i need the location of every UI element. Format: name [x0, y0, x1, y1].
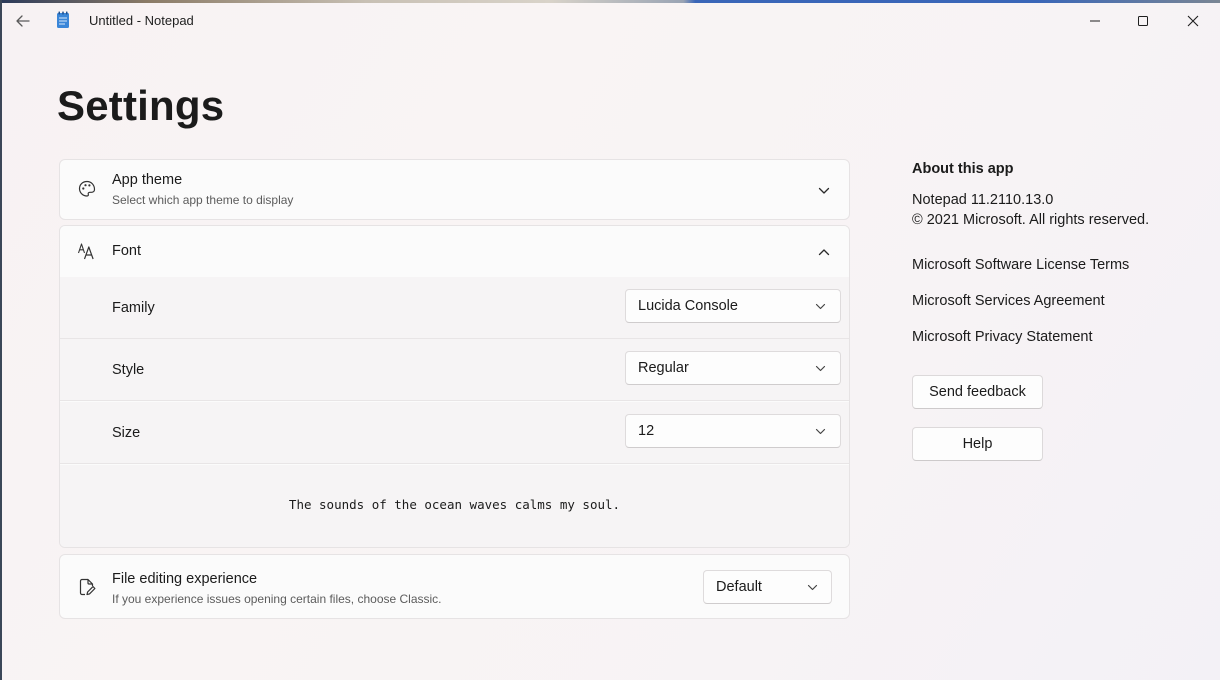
font-icon — [76, 240, 98, 262]
about-panel: About this app Notepad 11.2110.13.0 © 20… — [912, 161, 1202, 461]
copyright-text: © 2021 Microsoft. All rights reserved. — [912, 212, 1150, 228]
minimize-button[interactable] — [1072, 5, 1118, 37]
services-agreement-link[interactable]: Microsoft Services Agreement — [912, 293, 1202, 309]
chevron-down-icon — [813, 361, 827, 375]
app-theme-title: App theme — [112, 172, 183, 188]
font-style-row: Style Regular — [60, 339, 849, 401]
maximize-button[interactable] — [1120, 5, 1166, 37]
file-editing-value: Default — [716, 579, 762, 595]
file-editing-title: File editing experience — [112, 571, 258, 587]
app-theme-subtitle: Select which app theme to display — [112, 193, 294, 207]
help-button[interactable]: Help — [912, 427, 1043, 461]
file-edit-icon — [76, 576, 98, 598]
font-style-label: Style — [112, 362, 145, 378]
chevron-down-icon — [813, 424, 827, 438]
file-editing-card: File editing experience If you experienc… — [59, 554, 850, 619]
palette-icon — [76, 178, 98, 200]
font-size-value: 12 — [638, 423, 655, 439]
font-card: Font Family Lucida Console Style Regular — [59, 225, 850, 548]
chevron-down-icon[interactable] — [817, 184, 831, 198]
privacy-statement-link[interactable]: Microsoft Privacy Statement — [912, 329, 1202, 345]
close-icon — [1187, 15, 1199, 27]
close-button[interactable] — [1170, 5, 1216, 37]
font-size-label: Size — [112, 425, 141, 441]
license-terms-link[interactable]: Microsoft Software License Terms — [912, 257, 1202, 273]
window-left-edge — [0, 0, 2, 680]
font-card-header[interactable]: Font — [60, 226, 849, 278]
chevron-up-icon[interactable] — [817, 245, 831, 259]
file-editing-subtitle: If you experience issues opening certain… — [112, 592, 442, 606]
font-style-value: Regular — [638, 360, 689, 376]
maximize-icon — [1138, 16, 1148, 26]
font-preview: The sounds of the ocean waves calms my s… — [60, 465, 849, 547]
font-size-row: Size 12 — [60, 402, 849, 464]
title-bar[interactable]: Untitled - Notepad — [0, 3, 1220, 39]
font-family-value: Lucida Console — [638, 298, 738, 314]
font-style-dropdown[interactable]: Regular — [625, 351, 841, 385]
font-family-label: Family — [112, 300, 155, 316]
send-feedback-button[interactable]: Send feedback — [912, 375, 1043, 409]
minimize-icon — [1090, 20, 1100, 22]
file-editing-dropdown[interactable]: Default — [703, 570, 832, 604]
window-title: Untitled - Notepad — [89, 13, 194, 28]
back-arrow-icon[interactable] — [12, 10, 34, 32]
font-preview-text: The sounds of the ocean waves calms my s… — [288, 497, 621, 512]
app-version: Notepad 11.2110.13.0 — [912, 192, 1054, 208]
page-title: Settings — [57, 82, 225, 129]
about-title: About this app — [912, 161, 1014, 177]
chevron-down-icon — [805, 580, 819, 594]
font-family-dropdown[interactable]: Lucida Console — [625, 289, 841, 323]
chevron-down-icon — [813, 299, 827, 313]
notepad-icon — [56, 11, 70, 29]
font-size-dropdown[interactable]: 12 — [625, 414, 841, 448]
font-title: Font — [112, 243, 142, 259]
font-family-row: Family Lucida Console — [60, 277, 849, 339]
app-theme-card[interactable]: App theme Select which app theme to disp… — [59, 159, 850, 220]
